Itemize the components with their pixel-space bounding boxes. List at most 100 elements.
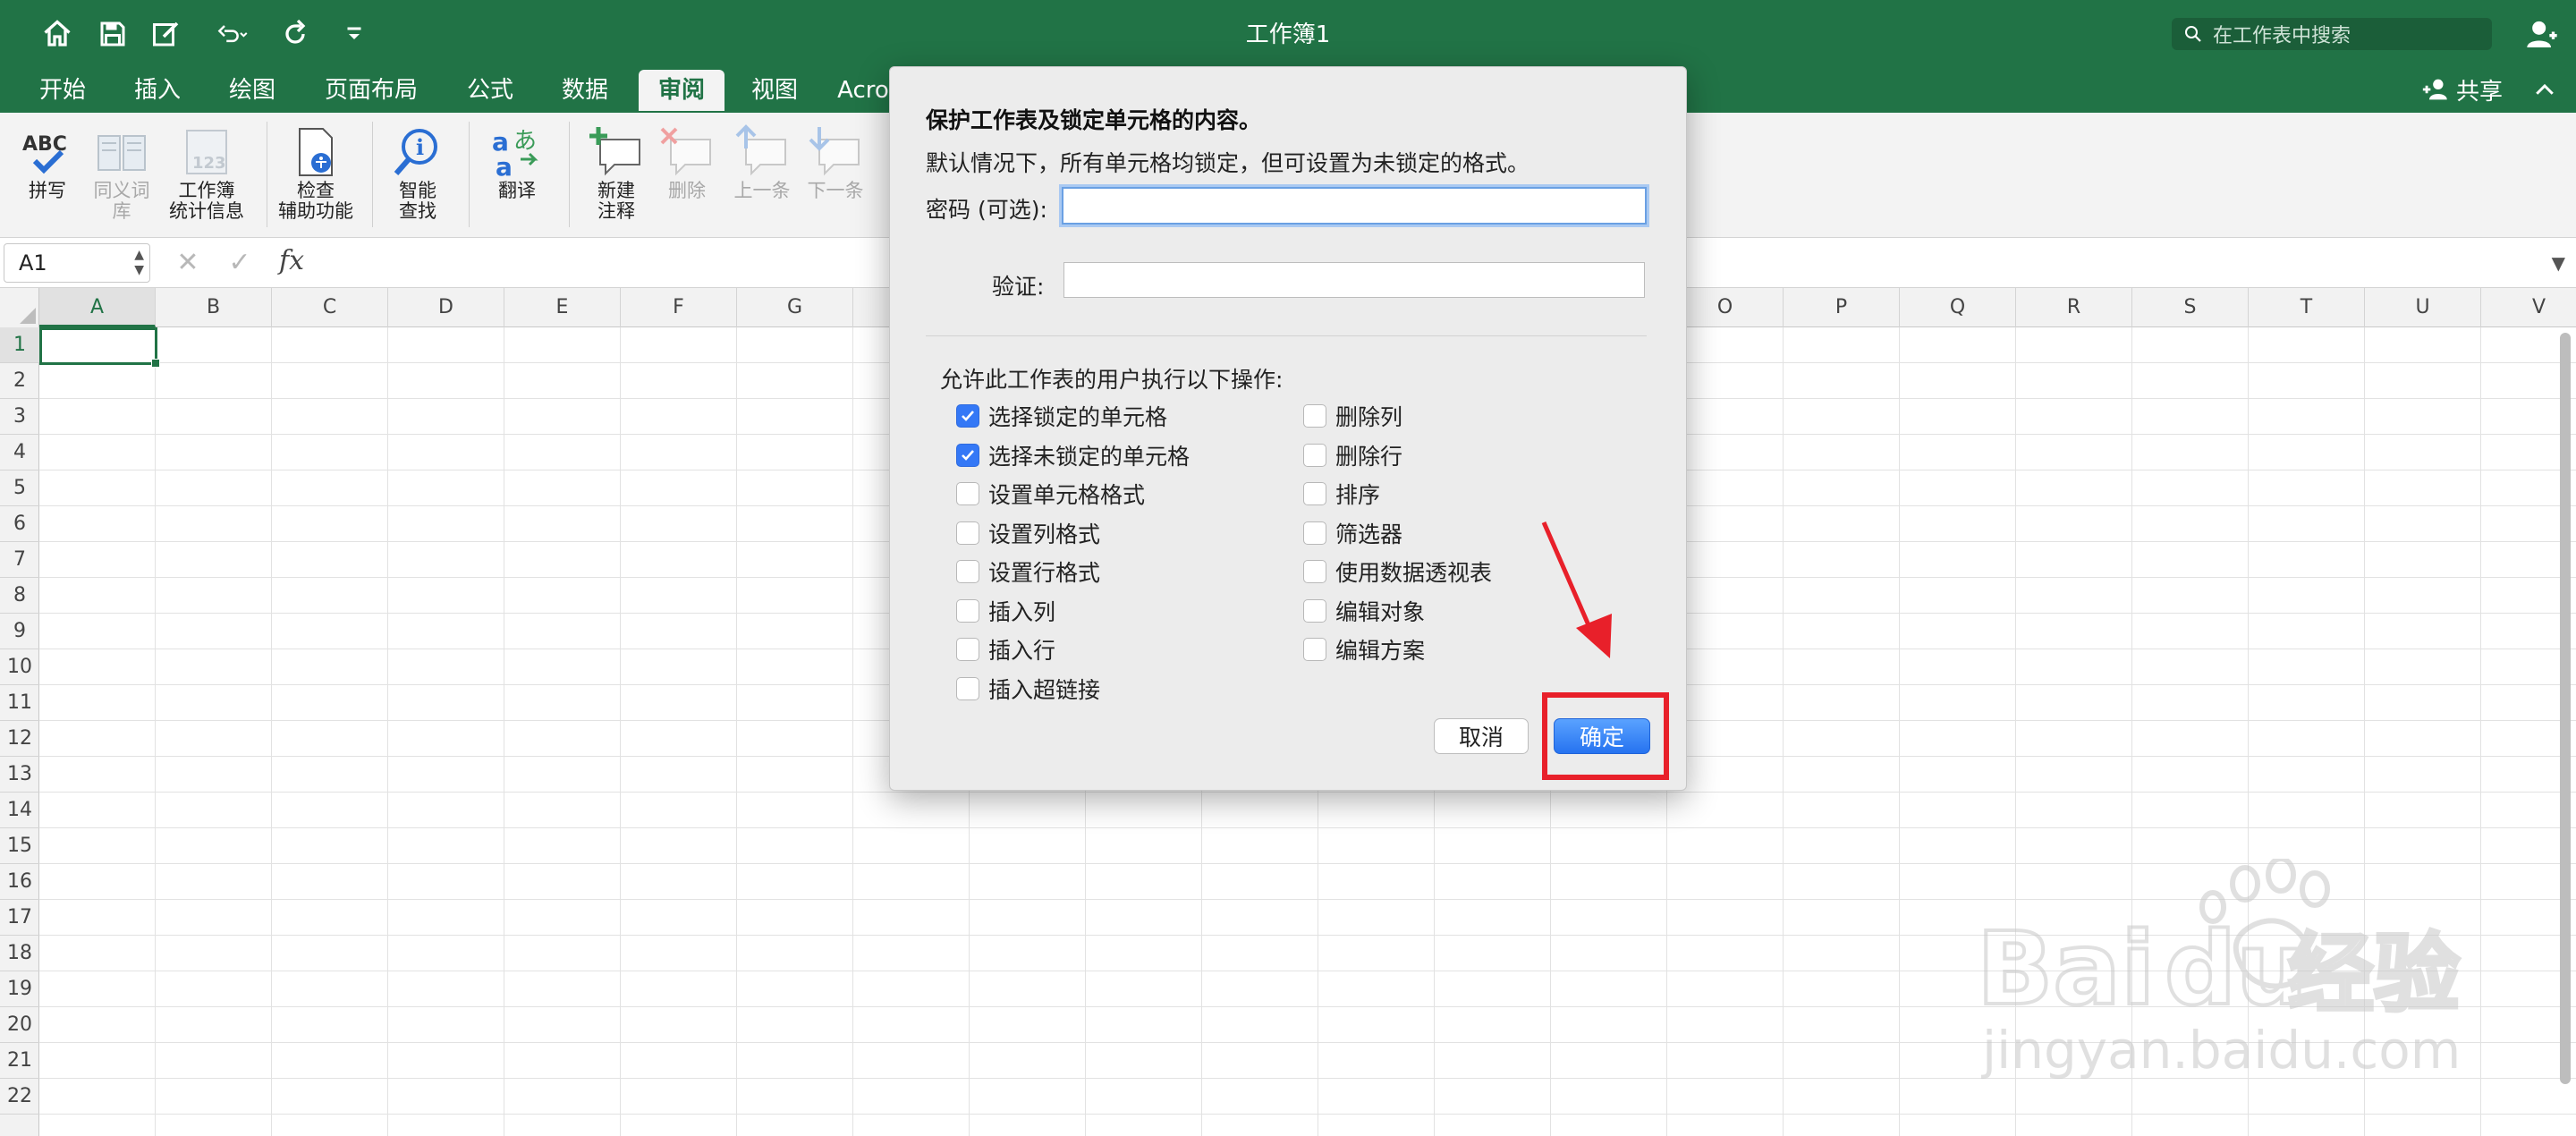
workbook-statistics-button[interactable]: 123 工作簿 统计信息 (161, 123, 252, 222)
column-header[interactable]: T (2249, 288, 2365, 327)
checkbox[interactable] (1303, 404, 1326, 428)
row-header[interactable]: 18 (0, 936, 39, 971)
row-header[interactable]: 3 (0, 399, 39, 435)
permission-option[interactable]: 设置行格式 (956, 557, 1100, 586)
checkbox[interactable] (1303, 482, 1326, 505)
permission-option[interactable]: 选择未锁定的单元格 (956, 441, 1190, 470)
row-header[interactable]: 10 (0, 649, 39, 685)
permission-option[interactable]: 设置列格式 (956, 519, 1100, 547)
cancel-button[interactable]: 取消 (1434, 718, 1529, 754)
column-header[interactable]: G (737, 288, 853, 327)
row-header[interactable]: 8 (0, 578, 39, 614)
row-header[interactable]: 6 (0, 506, 39, 542)
checkbox[interactable] (1303, 598, 1326, 623)
column-header[interactable]: Q (1900, 288, 2016, 327)
row-header[interactable]: 4 (0, 435, 39, 471)
column-header[interactable]: U (2365, 288, 2481, 327)
column-header[interactable]: E (504, 288, 621, 327)
checkbox[interactable] (956, 521, 979, 545)
checkbox[interactable] (956, 443, 979, 467)
tab-insert[interactable]: 插入 (120, 70, 195, 111)
tab-draw[interactable]: 绘图 (215, 70, 290, 111)
row-header[interactable]: 17 (0, 900, 39, 936)
permission-option[interactable]: 删除行 (1303, 441, 1402, 470)
column-header[interactable]: B (156, 288, 272, 327)
password-input[interactable] (1062, 187, 1647, 225)
insert-function-icon[interactable]: fx (279, 245, 304, 276)
checkbox[interactable] (956, 598, 979, 623)
row-header[interactable]: 11 (0, 685, 39, 721)
vertical-scrollbar[interactable] (2560, 333, 2571, 1084)
cancel-entry-icon[interactable]: ✕ (172, 247, 204, 279)
row-header[interactable]: 13 (0, 757, 39, 793)
select-all-corner[interactable] (0, 288, 39, 327)
row-header[interactable]: 7 (0, 542, 39, 578)
checkbox[interactable] (956, 560, 979, 583)
spelling-button[interactable]: ABC 拼写 (16, 123, 79, 201)
permission-option[interactable]: 删除列 (1303, 402, 1402, 430)
confirm-entry-icon[interactable]: ✓ (224, 247, 256, 279)
row-header[interactable]: 21 (0, 1043, 39, 1079)
name-box-stepper-icon[interactable]: ▲ ▼ (134, 248, 144, 278)
permission-option[interactable]: 插入超链接 (956, 674, 1100, 703)
tab-view[interactable]: 视图 (737, 70, 812, 111)
new-comment-button[interactable]: 新建 注释 (576, 123, 657, 222)
permission-option[interactable]: 选择锁定的单元格 (956, 402, 1167, 430)
tab-acrobat[interactable]: Acro (832, 70, 894, 111)
verify-password-input[interactable] (1063, 262, 1645, 298)
column-header[interactable]: P (1784, 288, 1900, 327)
checkbox[interactable] (1303, 443, 1326, 467)
permission-option[interactable]: 编辑对象 (1303, 597, 1425, 625)
checkbox[interactable] (956, 482, 979, 505)
column-header[interactable]: A (39, 288, 156, 327)
expand-formula-bar-icon[interactable]: ▼ (2552, 252, 2565, 274)
tab-data[interactable]: 数据 (547, 70, 623, 111)
row-header[interactable]: 14 (0, 793, 39, 828)
checkbox[interactable] (1303, 521, 1326, 545)
checkbox[interactable] (956, 638, 979, 661)
previous-comment-button[interactable]: 上一条 (724, 123, 800, 201)
tab-review[interactable]: 审阅 (639, 70, 724, 111)
delete-comment-button[interactable]: 删除 (651, 123, 723, 201)
next-comment-button[interactable]: 下一条 (798, 123, 873, 201)
row-header[interactable]: 5 (0, 471, 39, 506)
thesaurus-button[interactable]: 同义词 库 (86, 123, 157, 222)
collapse-ribbon-icon[interactable] (2531, 77, 2558, 104)
tab-formulas[interactable]: 公式 (453, 70, 528, 111)
check-accessibility-button[interactable]: 检查 辅助功能 (274, 123, 358, 222)
column-header[interactable]: C (272, 288, 388, 327)
row-header[interactable]: 15 (0, 828, 39, 864)
row-header[interactable]: 2 (0, 363, 39, 399)
column-header[interactable]: R (2016, 288, 2132, 327)
row-header[interactable]: 19 (0, 971, 39, 1007)
column-header[interactable]: V (2481, 288, 2576, 327)
tab-page-layout[interactable]: 页面布局 (313, 70, 429, 111)
permission-option[interactable]: 插入列 (956, 597, 1055, 625)
sheet-search-box[interactable]: 在工作表中搜索 (2172, 18, 2492, 50)
share-button[interactable]: 共享 (2420, 72, 2503, 107)
row-header[interactable]: 22 (0, 1079, 39, 1115)
permission-option[interactable]: 排序 (1303, 479, 1380, 508)
smart-lookup-button[interactable]: i 智能 查找 (379, 123, 456, 222)
row-header[interactable]: 9 (0, 614, 39, 649)
translate-button[interactable]: aあa 翻译 (478, 123, 556, 201)
account-icon[interactable] (2524, 16, 2560, 52)
checkbox[interactable] (956, 676, 979, 700)
column-header[interactable]: S (2132, 288, 2249, 327)
permission-option[interactable]: 设置单元格格式 (956, 479, 1145, 508)
permission-option[interactable]: 编辑方案 (1303, 635, 1425, 664)
row-header[interactable]: 12 (0, 721, 39, 757)
permission-option[interactable]: 插入行 (956, 635, 1055, 664)
row-header[interactable]: 1 (0, 327, 39, 363)
permission-option[interactable]: 使用数据透视表 (1303, 557, 1492, 586)
active-cell-a1[interactable] (39, 327, 160, 368)
checkbox[interactable] (956, 404, 979, 428)
column-header[interactable]: D (388, 288, 504, 327)
name-box[interactable]: A1 ▲ ▼ (4, 243, 150, 283)
row-header[interactable]: 20 (0, 1007, 39, 1043)
row-header[interactable]: 16 (0, 864, 39, 900)
checkbox[interactable] (1303, 560, 1326, 583)
permission-option[interactable]: 筛选器 (1303, 519, 1402, 547)
column-header[interactable]: F (621, 288, 737, 327)
checkbox[interactable] (1303, 638, 1326, 661)
